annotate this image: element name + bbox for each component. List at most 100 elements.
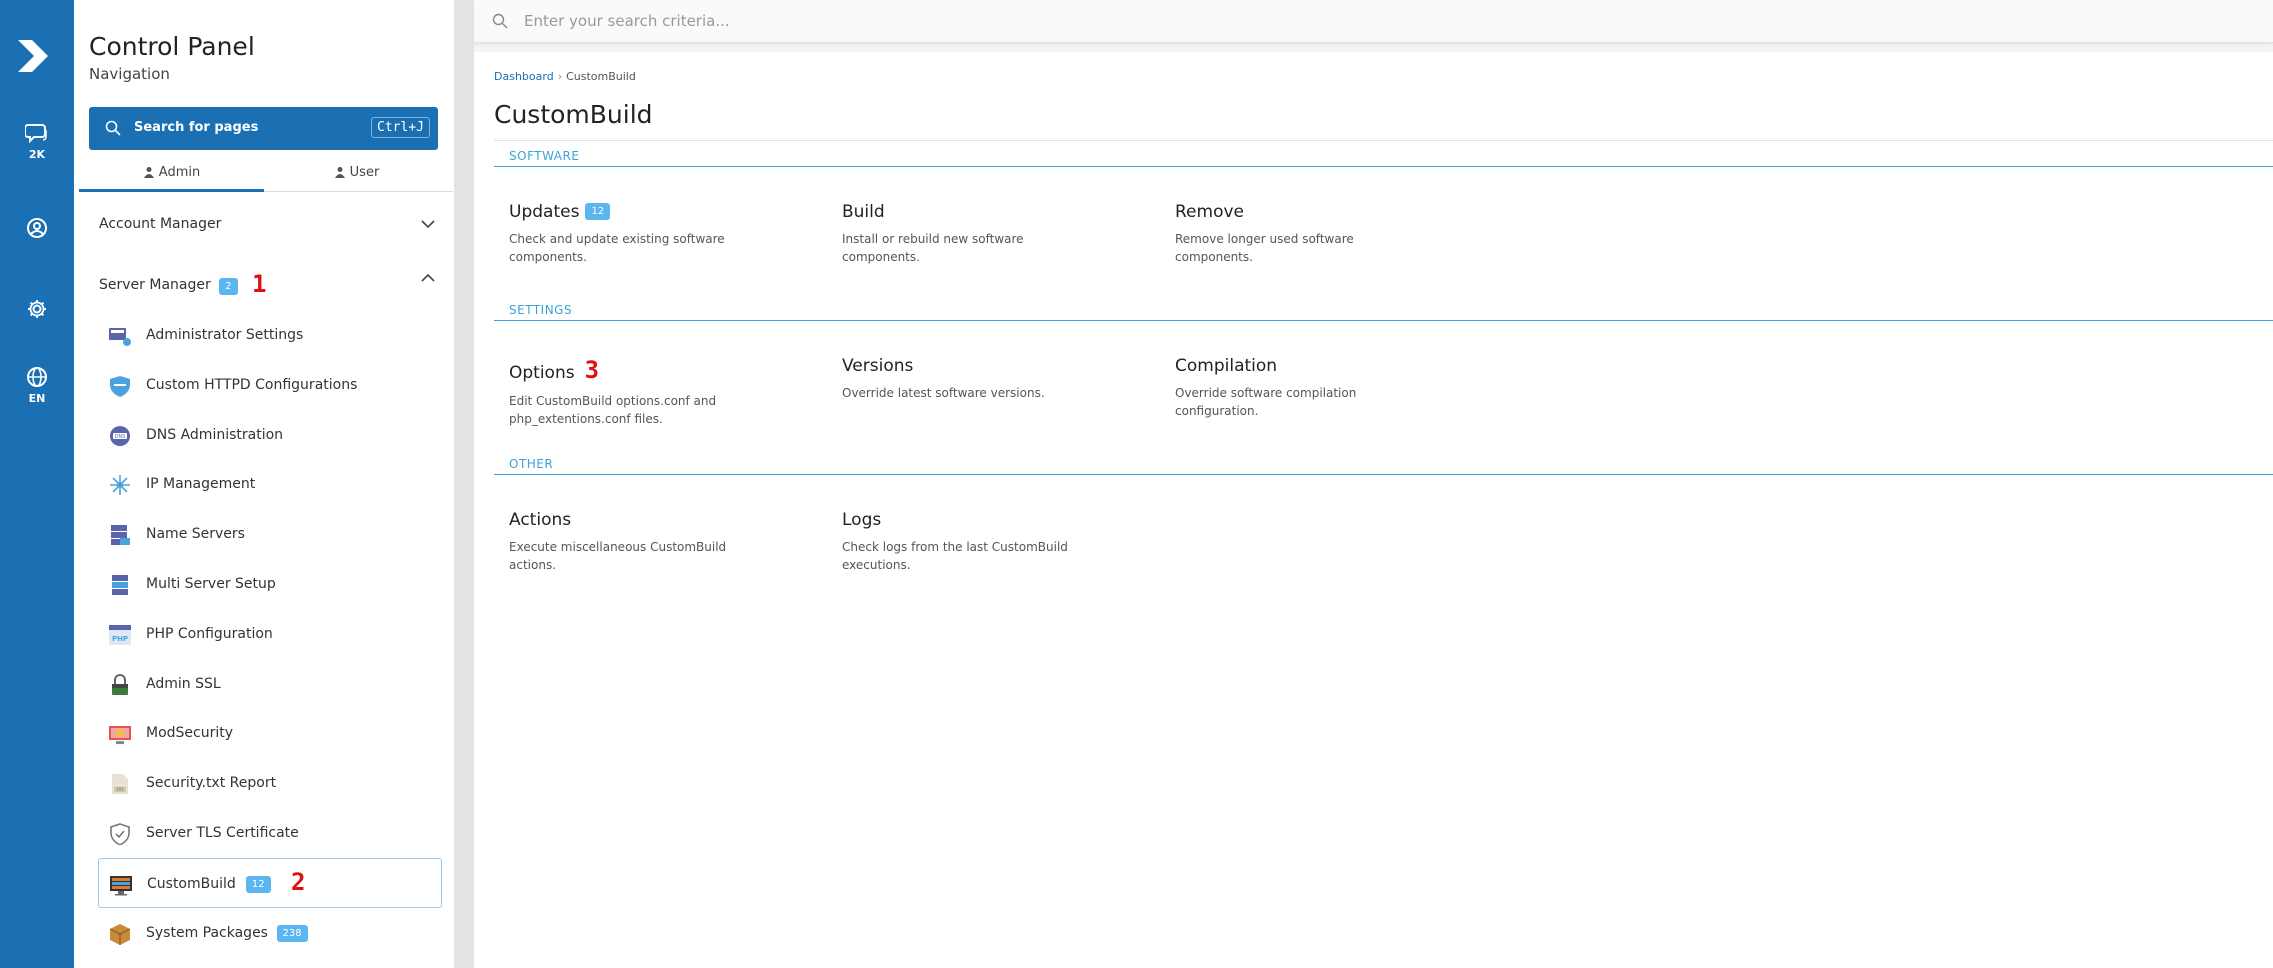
section-software: SOFTWARE [494,147,2273,167]
sidebar-item-custombuild[interactable]: CustomBuild 12 2 [98,858,442,908]
sidebar-item-badge: 12 [245,876,271,893]
breadcrumb: Dashboard › CustomBuild [494,70,636,83]
sidebar-item-custom-httpd-configurations[interactable]: Custom HTTPD Configurations [98,360,442,410]
title-divider [494,140,2273,141]
dns-icon: DNS [110,426,130,446]
sidebar-item-system-packages[interactable]: System Packages 238 [98,908,442,958]
card-logs-title: Logs [842,510,882,530]
annotation-1: 1 [252,270,267,298]
card-versions[interactable]: Versions Override latest software versio… [842,356,1102,402]
account-manager-section[interactable]: Account Manager [99,210,444,240]
php-icon: PHP [109,625,131,645]
tab-admin[interactable]: Admin [79,160,264,192]
sidebar-item-php-configuration[interactable]: PHP PHP Configuration [98,609,442,659]
sidebar-item-dns-administration[interactable]: DNS DNS Administration [98,410,442,460]
sidebar-title: Control Panel [89,32,255,61]
globe-icon [27,367,47,387]
server-manager-badge: 2 [219,278,238,295]
sidebar-item-label: Admin SSL [146,676,221,692]
sidebar-item-administrator-settings[interactable]: Administrator Settings [98,310,442,360]
card-actions-title: Actions [509,510,572,530]
card-updates-title: Updates [509,202,580,222]
shield-check-icon [110,823,130,845]
card-updates[interactable]: Updates 12 Check and update existing soft… [509,202,769,266]
card-updates-desc: Check and update existing software compo… [509,232,725,264]
server-manager-label: Server Manager [99,277,211,293]
card-actions-desc: Execute miscellaneous CustomBuild action… [509,540,727,572]
sidebar-item-modsecurity[interactable]: ModSecurity [98,708,442,758]
tab-user[interactable]: User [264,160,449,192]
svg-text:TXT: TXT [115,787,124,792]
navigation-sidebar: Control Panel Navigation Search for page… [74,0,454,968]
annotation-2: 2 [291,868,306,896]
search-shortcut: Ctrl+J [371,117,430,138]
search-pages-button[interactable]: Search for pages Ctrl+J [89,107,438,150]
section-settings-title: SETTINGS [509,303,573,317]
shield-icon [110,376,130,397]
rail-language[interactable]: EN [0,366,74,405]
sidebar-item-ip-management[interactable]: IP Management [98,459,442,509]
sidebar-item-admin-ssl[interactable]: Admin SSL [98,659,442,709]
card-options-desc: Edit CustomBuild options.conf and php_ex… [509,394,717,426]
card-actions[interactable]: Actions Execute miscellaneous CustomBuil… [509,510,769,574]
breadcrumb-dashboard-link[interactable]: Dashboard [494,70,554,83]
logo-icon[interactable] [14,36,54,76]
breadcrumb-separator: › [557,70,563,83]
sidebar-scrollbar[interactable] [454,0,474,968]
search-icon [105,120,121,136]
svg-text:PHP: PHP [112,635,128,643]
search-pages-label: Search for pages [134,120,259,135]
card-remove[interactable]: Remove Remove longer used software compo… [1175,202,1435,266]
sidebar-item-badge: 238 [276,925,308,942]
global-search-input[interactable] [524,8,1324,34]
chevron-up-icon [421,273,435,282]
sidebar-subtitle: Navigation [89,65,170,83]
messages-count: 2K [28,148,46,161]
card-build-title: Build [842,202,885,222]
tab-admin-label: Admin [158,165,201,180]
rail-messages[interactable]: 2K [0,122,74,161]
sidebar-item-label: Server TLS Certificate [146,825,299,841]
card-remove-title: Remove [1175,202,1244,222]
updates-badge: 12 [585,203,611,220]
monitor-icon [110,876,132,896]
svg-text:DNS: DNS [115,434,126,440]
card-versions-title: Versions [842,356,914,376]
card-options[interactable]: Options 3 Edit CustomBuild options.conf a… [509,356,769,428]
txt-file-icon: TXT [112,774,128,794]
sidebar-item-label: Name Servers [146,526,245,542]
card-compilation-title: Compilation [1175,356,1278,376]
tab-user-label: User [349,165,380,180]
user-icon [334,167,345,178]
sidebar-item-label: CustomBuild [147,876,236,892]
sidebar-item-security-txt-report[interactable]: TXT Security.txt Report [98,758,442,808]
card-build[interactable]: Build Install or rebuild new software co… [842,202,1102,266]
server-stack-icon [111,525,130,545]
card-remove-desc: Remove longer used software components. [1175,232,1354,264]
rail-user[interactable] [0,217,74,239]
section-other-title: OTHER [509,457,554,471]
sidebar-item-label: Administrator Settings [146,327,304,343]
card-logs[interactable]: Logs Check logs from the last CustomBuil… [842,510,1102,574]
card-compilation[interactable]: Compilation Override software compilatio… [1175,356,1435,420]
sidebar-item-label: Custom HTTPD Configurations [146,377,358,393]
mod-security-icon [109,726,131,744]
section-software-title: SOFTWARE [509,149,580,163]
chevron-down-icon [421,220,435,229]
rail-settings[interactable] [0,298,74,320]
server-manager-section[interactable]: Server Manager 2 1 [99,264,444,298]
chat-icon [25,124,47,144]
sidebar-item-multi-server-setup[interactable]: Multi Server Setup [98,559,442,609]
breadcrumb-current: CustomBuild [566,70,636,83]
sidebar-item-label: System Packages [146,925,268,941]
sidebar-item-name-servers[interactable]: Name Servers [98,509,442,559]
lock-icon [112,674,128,695]
search-icon [492,13,508,29]
sidebar-item-label: Multi Server Setup [146,576,276,592]
annotation-3: 3 [584,356,600,384]
sidebar-item-server-tls-certificate[interactable]: Server TLS Certificate [98,808,442,858]
account-manager-label: Account Manager [99,216,222,232]
main-content: Dashboard › CustomBuild CustomBuild SOFTWA… [474,52,2273,968]
card-options-title: Options [509,363,575,383]
section-other: OTHER [494,455,2273,475]
